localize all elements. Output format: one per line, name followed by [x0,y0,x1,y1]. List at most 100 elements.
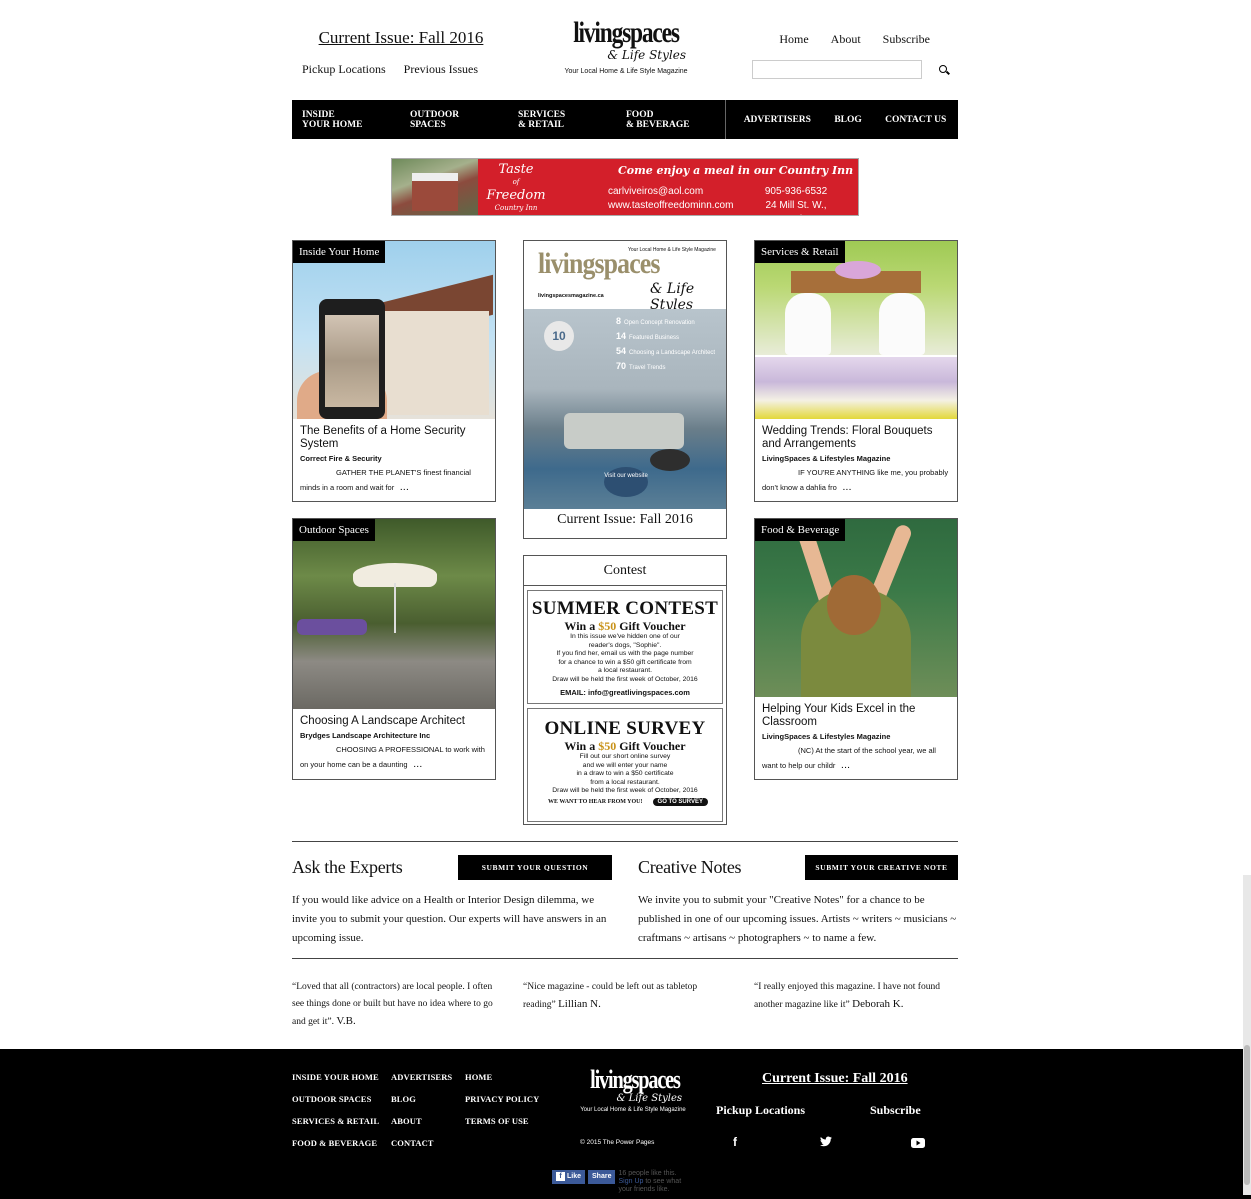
nav-inside-your-home[interactable]: INSIDE YOUR HOME [292,100,400,139]
summer-contest-panel[interactable]: SUMMER CONTEST Win a $50 Gift Voucher In… [527,590,723,704]
card-title[interactable]: Helping Your Kids Excel in the Classroom [762,703,950,729]
nav-outdoor-spaces[interactable]: OUTDOOR SPACES [400,100,508,139]
current-issue-cover-box[interactable]: Your Local Home & Life Style Magazine li… [523,240,727,539]
nav-advertisers[interactable]: ADVERTISERS [744,115,811,125]
footer-pickup-locations-link[interactable]: Pickup Locations [716,1103,805,1118]
footer-subscribe-link[interactable]: Subscribe [870,1103,921,1118]
online-survey-panel[interactable]: ONLINE SURVEY Win a $50 Gift Voucher Fil… [527,708,723,822]
card-category-tag[interactable]: Food & Beverage [755,519,846,541]
footer-link-home[interactable]: HOME [465,1072,492,1082]
footer-col-site: ADVERTISERS BLOG ABOUT CONTACT [391,1066,452,1154]
youtube-glyph [911,1138,925,1148]
nav-label-line2: SPACES [410,120,446,130]
go-to-survey-button[interactable]: GO TO SURVEY [652,797,708,806]
previous-issues-link[interactable]: Previous Issues [404,62,478,77]
footer-logo[interactable]: livingspaces & Life Styles Your Local Ho… [578,1067,688,1114]
footer-link-contact[interactable]: CONTACT [391,1138,434,1148]
article-card-food[interactable]: Food & Beverage Helping Your Kids Excel … [754,518,958,780]
site-logo[interactable]: livingspaces & Life Styles Your Local Ho… [556,16,696,76]
top-nav-about[interactable]: About [831,32,861,47]
current-issue-link[interactable]: Current Issue: Fall 2016 [300,28,502,48]
youtube-icon[interactable] [911,1137,925,1151]
chair [879,293,925,355]
summer-contest-title: SUMMER CONTEST [531,598,719,619]
footer-link-terms-of-use[interactable]: TERMS OF USE [465,1116,529,1126]
nav-services-retail[interactable]: SERVICES & RETAIL [508,100,616,139]
top-nav-subscribe[interactable]: Subscribe [883,32,930,47]
article-card-outdoor[interactable]: Outdoor Spaces Choosing A Landscape Arch… [292,518,496,780]
cover-toc: 8 Open Concept Renovation 14 Featured Busi… [616,315,715,375]
card-author: Brydges Landscape Architecture Inc [300,731,431,740]
nav-label-line1: OUTDOOR [410,110,460,120]
read-more-dots[interactable]: ... [841,761,850,770]
cover-caption[interactable]: Current Issue: Fall 2016 [524,512,726,528]
banner-email: carlviveiros@aol.com [608,186,704,197]
summer-contest-details: In this issue we've hidden one of our re… [528,633,722,685]
submit-creative-note-button[interactable]: SUBMIT YOUR CREATIVE NOTE [805,855,958,880]
twitter-icon[interactable] [820,1136,832,1150]
facebook-icon[interactable]: f [733,1135,737,1149]
top-nav-home[interactable]: Home [779,32,808,47]
nav-blog[interactable]: BLOG [834,115,861,125]
footer-link-outdoor-spaces[interactable]: OUTDOOR SPACES [292,1094,371,1104]
card-image: Outdoor Spaces [293,519,495,709]
toc-num: 8 [616,316,622,326]
testimonial: “Loved that all (contractors) are local … [292,979,496,1031]
contest-box: Contest SUMMER CONTEST Win a $50 Gift Vo… [523,555,727,825]
chair [785,293,831,355]
footer-link-blog[interactable]: BLOG [391,1094,416,1104]
toc-text: Travel Trends [629,365,666,371]
read-more-dots[interactable]: ... [400,483,409,492]
card-category-tag[interactable]: Outdoor Spaces [293,519,375,541]
card-author: LivingSpaces & Lifestyles Magazine [762,454,891,463]
card-title[interactable]: Choosing A Landscape Architect [300,715,488,728]
cover-toc-item: 54 Choosing a Landscape Architect [616,345,715,360]
nav-label-line1: INSIDE [302,110,335,120]
cover-url: livingspacesmagazine.ca [538,293,604,299]
card-category-tag[interactable]: Services & Retail [755,241,845,263]
card-title[interactable]: The Benefits of a Home Security System [300,425,488,451]
footer-link-about[interactable]: ABOUT [391,1116,422,1126]
cover-anniversary-badge: 10 [544,321,574,351]
nav-label-line1: FOOD [626,110,654,120]
submit-question-button[interactable]: SUBMIT YOUR QUESTION [458,855,612,880]
banner-logo-line4: Country Inn [494,204,538,212]
search-input[interactable] [752,60,922,79]
nav-food-beverage[interactable]: FOOD & BEVERAGE [616,100,724,139]
pickup-locations-link[interactable]: Pickup Locations [302,62,386,77]
fb-like-count: 16 people like this. [618,1170,677,1177]
toc-text: Open Concept Renovation [624,320,695,326]
nav-contact-us[interactable]: CONTACT US [885,115,946,125]
search-icon[interactable] [939,64,949,75]
page-scrollbar[interactable] [1243,875,1251,1195]
card-title[interactable]: Wedding Trends: Floral Bouquets and Arra… [762,425,950,451]
footer-link-services-retail[interactable]: SERVICES & RETAIL [292,1116,379,1126]
facebook-like-widget: f Like Share 16 people like this. Sign Up… [552,1170,688,1194]
logo-tagline: Your Local Home & Life Style Magazine [580,1107,686,1113]
fb-like-button[interactable]: f Like [552,1170,586,1184]
read-more-dots[interactable]: ... [414,760,423,769]
footer-link-privacy-policy[interactable]: PRIVACY POLICY [465,1094,539,1104]
banner-ad[interactable]: Taste of Freedom Country Inn Come enjoy … [391,158,859,216]
summer-contest-email[interactable]: EMAIL: info@greatlivingspaces.com [528,688,722,697]
ask-experts-title: Ask the Experts [292,857,403,877]
read-more-dots[interactable]: ... [843,483,852,492]
footer-link-advertisers[interactable]: ADVERTISERS [391,1072,452,1082]
article-card-home[interactable]: Inside Your Home The Benefits of a Home … [292,240,496,502]
footer-current-issue-link[interactable]: Current Issue: Fall 2016 [762,1071,908,1087]
umbrella-pole [394,583,396,633]
footer-link-food-beverage[interactable]: FOOD & BEVERAGE [292,1138,377,1148]
detail-line: and we will enter your name [582,761,668,769]
nav-label-line1: SERVICES [518,110,566,120]
footer-col-legal: HOME PRIVACY POLICY TERMS OF USE [465,1066,539,1132]
card-category-tag[interactable]: Inside Your Home [293,241,386,263]
article-card-services[interactable]: Services & Retail Wedding Trends: Floral… [754,240,958,502]
fb-sign-up-link[interactable]: Sign Up [618,1178,643,1185]
banner-logo: Taste of Freedom Country Inn [474,163,558,215]
footer-link-inside-your-home[interactable]: INSIDE YOUR HOME [292,1072,379,1082]
fb-share-button[interactable]: Share [588,1170,616,1184]
detail-line: for a chance to win a $50 gift certifica… [558,658,692,666]
logo-wordmark: livingspaces [573,16,680,49]
cover-toc-item: 70 Travel Trends [616,360,715,375]
nav-extra: ADVERTISERS BLOG CONTACT US [726,100,958,139]
